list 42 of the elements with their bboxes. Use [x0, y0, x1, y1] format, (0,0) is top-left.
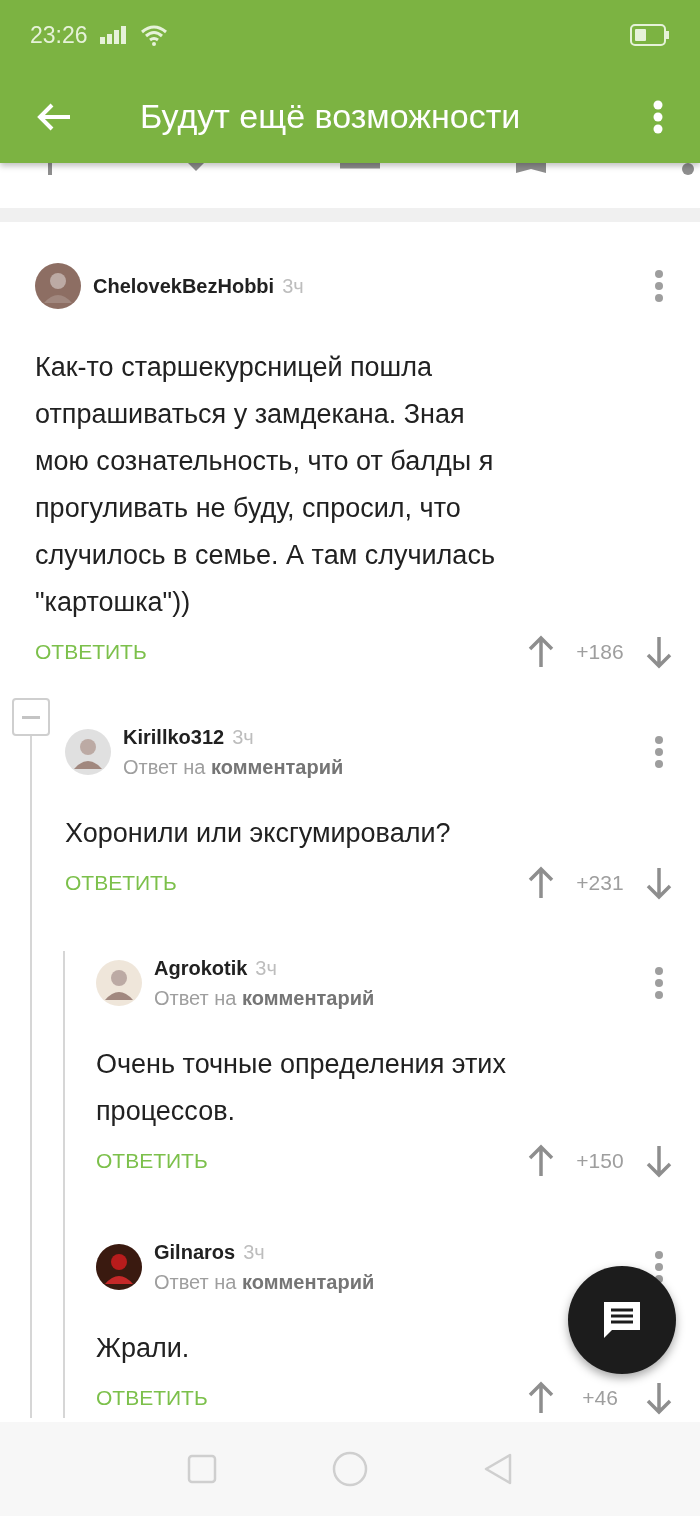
comment-time: 3ч — [255, 956, 277, 981]
downvote-icon[interactable] — [646, 1144, 672, 1178]
upvote-icon[interactable] — [528, 635, 554, 669]
message-icon — [601, 1299, 643, 1341]
comment-time: 3ч — [232, 725, 254, 750]
battery-icon — [630, 24, 670, 46]
more-icon[interactable] — [654, 1250, 664, 1284]
username[interactable]: ChelovekBezHobbi — [93, 271, 275, 301]
username[interactable]: Gilnaros — [154, 1237, 236, 1267]
avatar — [96, 960, 142, 1006]
username[interactable]: Kirillko312 — [123, 722, 225, 752]
minus-icon — [22, 715, 40, 719]
comment-time: 3ч — [243, 1240, 265, 1265]
reply-to-label: Ответ на комментарий — [154, 986, 376, 1011]
reply-to-label: Ответ на комментарий — [123, 755, 345, 780]
upvote-icon[interactable] — [528, 1144, 554, 1178]
avatar — [65, 729, 111, 775]
signal-icon — [99, 26, 128, 44]
vote-score: +231 — [575, 870, 625, 897]
comment-fab[interactable] — [568, 1266, 676, 1374]
avatar — [35, 263, 81, 309]
avatar — [96, 1244, 142, 1290]
back-icon[interactable] — [36, 101, 72, 132]
page-title: Будут ещё возможности — [140, 96, 522, 137]
wifi-icon — [139, 24, 168, 46]
downvote-icon[interactable] — [646, 866, 672, 900]
downvote-icon[interactable] — [646, 635, 672, 669]
username[interactable]: Agrokotik — [154, 953, 248, 983]
vote-score: +150 — [575, 1148, 625, 1175]
status-time: 23:26 — [30, 20, 88, 50]
vote-score: +186 — [575, 639, 625, 666]
comment-text: Как-то старшекурсницей пошла отпрашиваться у замдекана. Зная мою сознательность, что от балды я прогуливать не буду, спросил, что случилось в семье. А там случилась "картошка")) — [35, 351, 496, 619]
comment-text: Хоронили или эксгумировали? — [65, 817, 452, 850]
upvote-icon[interactable] — [528, 1381, 554, 1415]
upvote-icon[interactable] — [528, 866, 554, 900]
comment-text: Очень точные определения этих процессов. — [96, 1048, 507, 1128]
vote-score: +46 — [581, 1385, 619, 1412]
collapse-button[interactable] — [12, 698, 50, 736]
reply-to-label: Ответ на комментарий — [154, 1270, 376, 1295]
downvote-icon[interactable] — [646, 1381, 672, 1415]
comment-time: 3ч — [282, 274, 304, 299]
comment-text: Жрали. — [96, 1332, 191, 1365]
